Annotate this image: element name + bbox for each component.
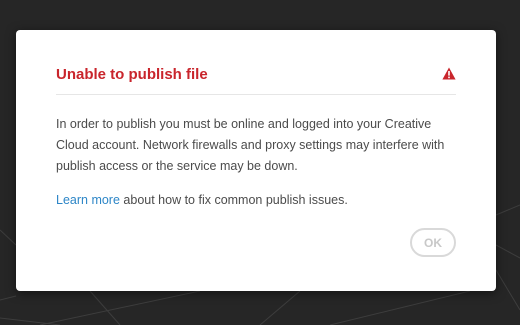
ok-button[interactable]: OK: [410, 228, 456, 257]
warning-icon: [442, 67, 456, 80]
dialog-message: In order to publish you must be online a…: [56, 117, 445, 173]
help-text: about how to fix common publish issues.: [119, 193, 348, 207]
dialog-message-area: In order to publish you must be online a…: [56, 114, 461, 177]
dialog-title: Unable to publish file: [56, 66, 208, 83]
help-line: Learn more about how to fix common publi…: [56, 190, 461, 211]
dialog-header: Unable to publish file: [56, 64, 456, 95]
publish-error-dialog: Unable to publish file In order to publi…: [16, 30, 496, 291]
learn-more-link[interactable]: Learn more: [56, 193, 120, 207]
